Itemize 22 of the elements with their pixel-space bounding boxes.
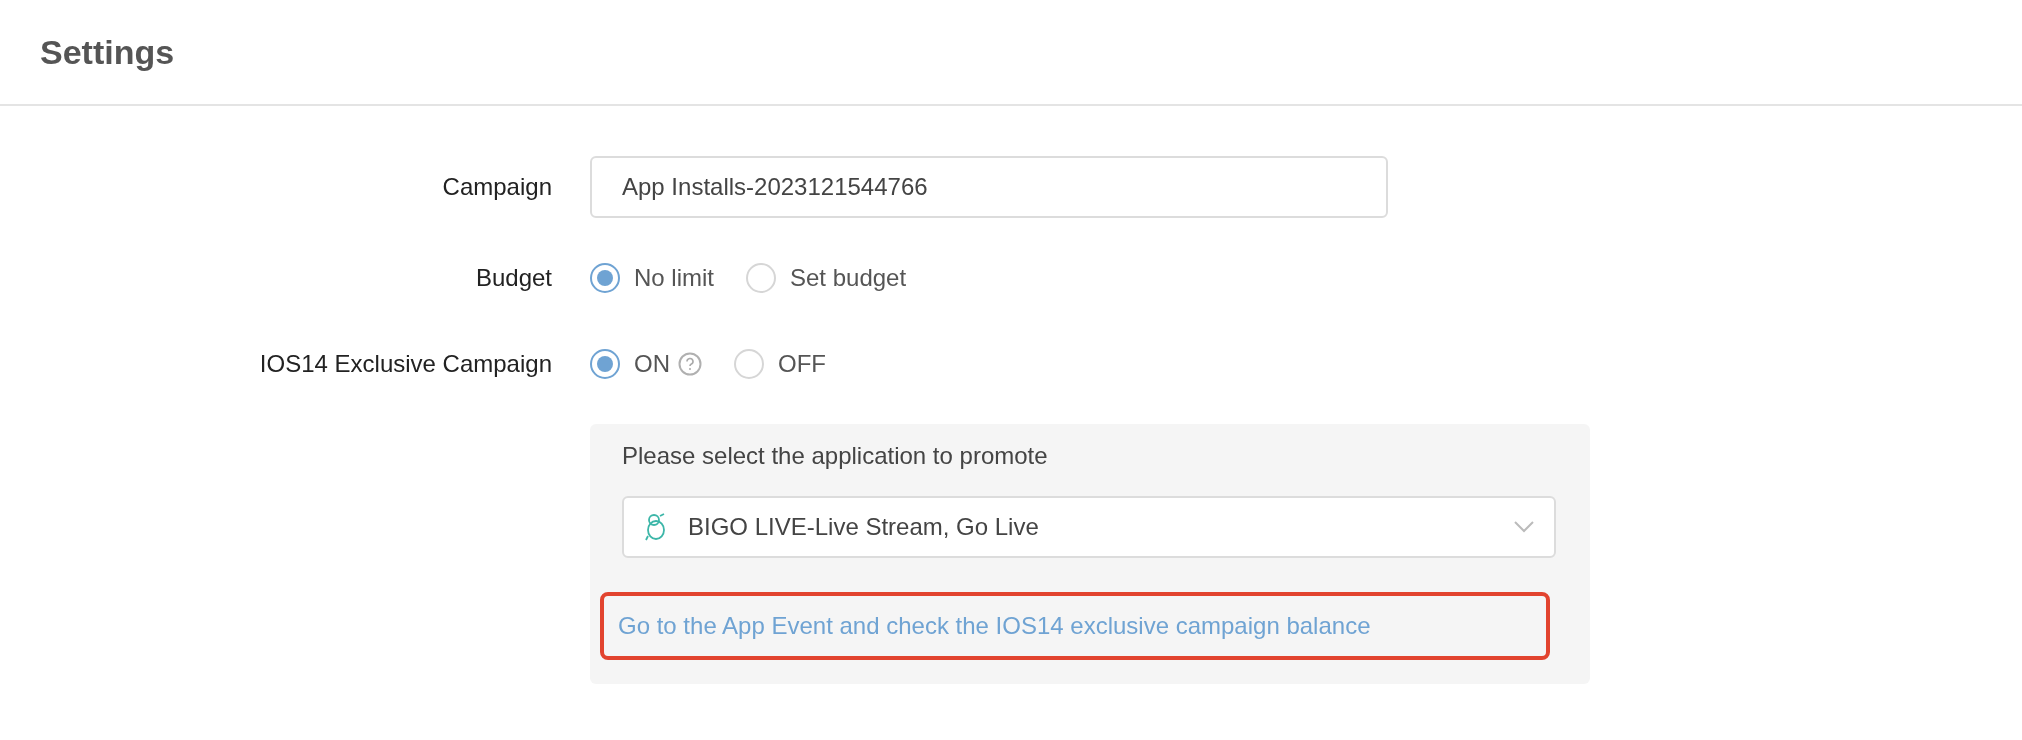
radio-label: ON [634,349,670,379]
radio-option[interactable]: OFF [734,346,826,382]
radio-circle[interactable] [590,349,620,379]
campaign-input[interactable]: App Installs-2023121544766 [590,156,1388,218]
panel-prompt: Please select the application to promote [622,441,1049,471]
radio-label: OFF [778,349,826,379]
field-label: IOS14 Exclusive Campaign [258,349,552,379]
radio-label: Set budget [790,263,907,293]
chevron-down-icon [1514,521,1534,533]
radio-option[interactable]: Set budget [746,260,907,296]
radio-circle[interactable] [734,349,764,379]
radio-option[interactable]: ON [590,346,702,382]
radio-option[interactable]: No limit [590,260,714,296]
radio-circle[interactable] [590,263,620,293]
help-icon[interactable] [678,352,702,376]
app-select[interactable]: BIGO LIVE-Live Stream, Go Live [622,496,1556,558]
page-title: Settings [40,31,175,73]
radio-circle[interactable] [746,263,776,293]
field-label: Budget [474,263,552,293]
field-label: Campaign [441,172,552,202]
radio-label: No limit [634,263,714,293]
app-name: BIGO LIVE-Live Stream, Go Live [688,512,1040,542]
